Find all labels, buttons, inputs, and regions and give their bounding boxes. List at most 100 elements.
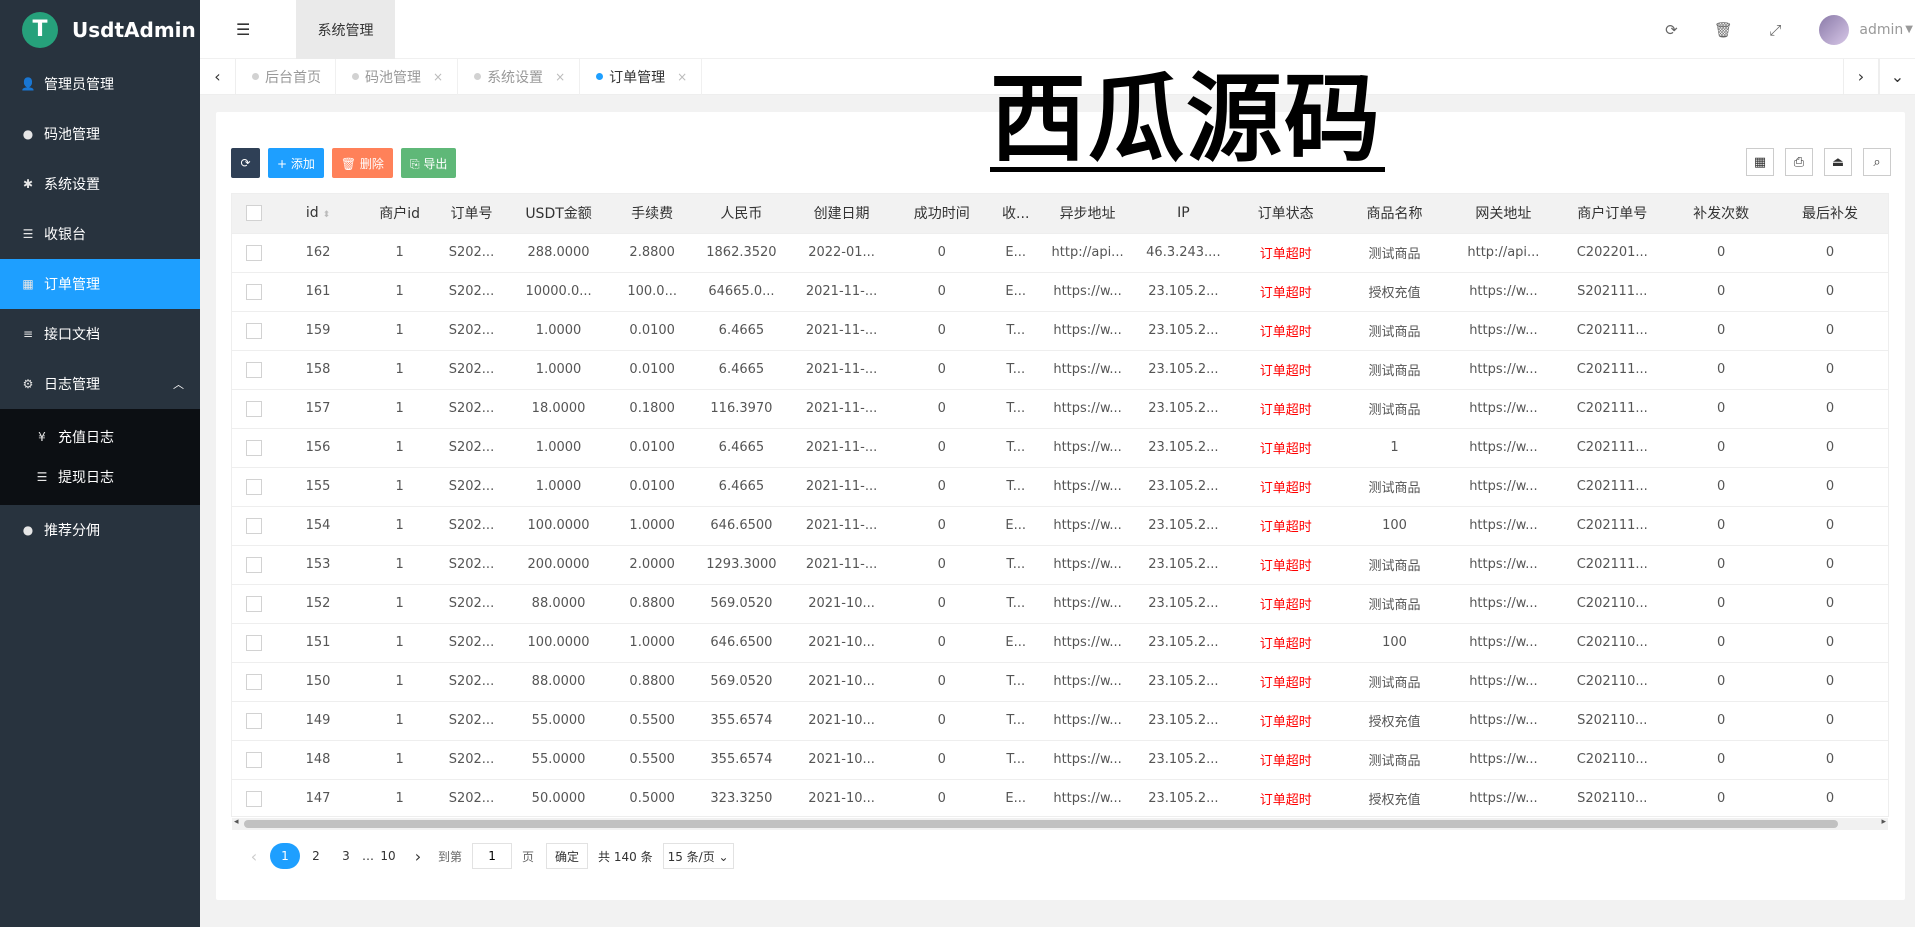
close-icon[interactable]: × — [433, 70, 443, 84]
row-select-cell[interactable] — [232, 428, 276, 468]
row-checkbox[interactable] — [245, 790, 262, 807]
goto-confirm-button[interactable]: 确定 — [546, 843, 589, 869]
table-row[interactable]: 150 1 S202... 88.0000 0.8800 569.0520 2021-10.… — [232, 662, 1888, 702]
table-row[interactable]: 151 1 S202... 100.0000 1.0000 646.6500 2021-10… — [232, 623, 1888, 663]
page-10-button[interactable]: 10 — [374, 843, 402, 869]
row-checkbox[interactable] — [245, 673, 262, 690]
select-all-cell[interactable] — [232, 194, 276, 234]
export-icon[interactable]: ⏏ — [1824, 148, 1852, 176]
tab-settings[interactable]: 系统设置 × — [458, 58, 581, 95]
avatar[interactable] — [1819, 14, 1850, 45]
tabbar-menu-icon[interactable]: ⌄ — [1879, 58, 1915, 95]
search-icon[interactable]: ⌕ — [1863, 148, 1891, 176]
refresh-icon[interactable]: ⟳ — [1645, 21, 1697, 39]
row-select-cell[interactable] — [232, 506, 276, 546]
row-checkbox[interactable] — [245, 634, 262, 651]
table-row[interactable]: 155 1 S202... 1.0000 0.0100 6.4665 2021-11-...… — [232, 467, 1888, 507]
table-row[interactable]: 152 1 S202... 88.0000 0.8800 569.0520 2021-10.… — [232, 584, 1888, 624]
row-select-cell[interactable] — [232, 389, 276, 429]
table-row[interactable]: 154 1 S202... 100.0000 1.0000 646.6500 2021-11… — [232, 506, 1888, 546]
table-row[interactable]: 149 1 S202... 55.0000 0.5500 355.6574 2021-10.… — [232, 701, 1888, 741]
row-select-cell[interactable] — [232, 740, 276, 780]
delete-button[interactable]: 🗑 删除 — [331, 148, 393, 178]
sidebar-item-logs[interactable]: ⚙ 日志管理 ︿ — [0, 359, 200, 409]
page-1-button[interactable]: 1 — [270, 843, 300, 869]
row-select-cell[interactable] — [232, 701, 276, 741]
row-select-cell[interactable] — [232, 545, 276, 585]
tab-orders[interactable]: 订单管理 × — [580, 58, 703, 95]
username[interactable]: admin — [1859, 22, 1903, 38]
trash-icon[interactable]: 🗑 — [1697, 21, 1749, 39]
row-checkbox[interactable] — [245, 322, 262, 339]
logo[interactable]: T UsdtAdmin — [0, 0, 200, 59]
sidebar-item-withdraw-log[interactable]: ☰ 提现日志 — [0, 457, 200, 497]
goto-page-input[interactable] — [472, 843, 513, 869]
select-all-checkbox[interactable] — [245, 205, 262, 222]
print-icon[interactable]: ⎙ — [1785, 148, 1813, 176]
row-select-cell[interactable] — [232, 233, 276, 273]
row-select-cell[interactable] — [232, 467, 276, 507]
sidebar-item-referral[interactable]: ● 推荐分佣 — [0, 505, 200, 555]
column-header[interactable]: id ⬍ — [275, 194, 361, 234]
row-select-cell[interactable] — [232, 311, 276, 351]
table-row[interactable]: 148 1 S202... 55.0000 0.5500 355.6574 2021-10.… — [232, 740, 1888, 780]
caret-down-icon[interactable]: ▼ — [1905, 24, 1913, 35]
prev-page-button[interactable]: ‹ — [240, 843, 268, 869]
add-button[interactable]: + 添加 — [268, 148, 324, 178]
header-tab-system[interactable]: 系统管理 — [296, 0, 395, 59]
scroll-left-icon[interactable]: ◂ — [234, 817, 239, 827]
page-3-button[interactable]: 3 — [332, 843, 360, 869]
table-row[interactable]: 159 1 S202... 1.0000 0.0100 6.4665 2021-11-...… — [232, 311, 1888, 351]
table-row[interactable]: 157 1 S202... 18.0000 0.1800 116.3970 2021-11-… — [232, 389, 1888, 429]
table-row[interactable]: 158 1 S202... 1.0000 0.0100 6.4665 2021-11-...… — [232, 350, 1888, 390]
row-select-cell[interactable] — [232, 272, 276, 312]
row-select-cell[interactable] — [232, 779, 276, 816]
row-select-cell[interactable] — [232, 623, 276, 663]
table-row[interactable]: 162 1 S202... 288.0000 2.8800 1862.3520 2022-0… — [232, 233, 1888, 273]
row-checkbox[interactable] — [245, 439, 262, 456]
row-checkbox[interactable] — [245, 517, 262, 534]
menu-toggle-icon[interactable]: ☰ — [236, 20, 250, 39]
row-checkbox[interactable] — [245, 595, 262, 612]
sidebar-item-admins[interactable]: 👤 管理员管理 — [0, 59, 200, 109]
row-checkbox[interactable] — [245, 751, 262, 768]
tabbar-next-icon[interactable]: › — [1843, 58, 1879, 95]
columns-icon[interactable]: ▦ — [1746, 148, 1774, 176]
tab-home[interactable]: 后台首页 — [236, 58, 336, 95]
row-checkbox[interactable] — [245, 400, 262, 417]
sidebar-item-settings[interactable]: ✱ 系统设置 — [0, 159, 200, 209]
table-row[interactable]: 156 1 S202... 1.0000 0.0100 6.4665 2021-11-...… — [232, 428, 1888, 468]
horizontal-scrollbar[interactable]: ◂ ▸ — [232, 817, 1888, 830]
table-cell: 0 — [1666, 350, 1776, 390]
row-select-cell[interactable] — [232, 584, 276, 624]
row-select-cell[interactable] — [232, 350, 276, 390]
refresh-button[interactable]: ⟳ — [231, 148, 260, 178]
sidebar-item-api-docs[interactable]: ≡ 接口文档 — [0, 309, 200, 359]
tabbar-prev-icon[interactable]: ‹ — [200, 58, 236, 95]
next-page-button[interactable]: › — [404, 843, 432, 869]
close-icon[interactable]: × — [555, 70, 565, 84]
scrollbar-thumb[interactable] — [244, 820, 1838, 828]
row-checkbox[interactable] — [245, 478, 262, 495]
table-row[interactable]: 153 1 S202... 200.0000 2.0000 1293.3000 2021-1… — [232, 545, 1888, 585]
sidebar-item-recharge-log[interactable]: ¥ 充值日志 — [0, 417, 200, 457]
fullscreen-icon[interactable]: ⤢ — [1749, 21, 1801, 39]
sidebar-item-code-pool[interactable]: ● 码池管理 — [0, 109, 200, 159]
table-row[interactable]: 147 1 S202... 50.0000 0.5000 323.3250 2021-10.… — [232, 779, 1888, 816]
sidebar-item-orders[interactable]: ▦ 订单管理 — [0, 259, 200, 309]
row-select-cell[interactable] — [232, 662, 276, 702]
export-button[interactable]: ⎘ 导出 — [400, 148, 457, 178]
close-icon[interactable]: × — [677, 70, 687, 84]
scroll-right-icon[interactable]: ▸ — [1881, 817, 1886, 827]
row-checkbox[interactable] — [245, 361, 262, 378]
page-2-button[interactable]: 2 — [302, 843, 330, 869]
sort-icon[interactable]: ⬍ — [323, 210, 331, 220]
tab-code-pool[interactable]: 码池管理 × — [336, 58, 459, 95]
table-row[interactable]: 161 1 S202... 10000.0... 100.0... 64665.0... 2… — [232, 272, 1888, 312]
sidebar-item-cashier[interactable]: ☰ 收银台 — [0, 209, 200, 259]
row-checkbox[interactable] — [245, 712, 262, 729]
row-checkbox[interactable] — [245, 244, 262, 261]
row-checkbox[interactable] — [245, 283, 262, 300]
page-size-select[interactable]: 15 条/页 ⌄ — [662, 843, 734, 869]
row-checkbox[interactable] — [245, 556, 262, 573]
